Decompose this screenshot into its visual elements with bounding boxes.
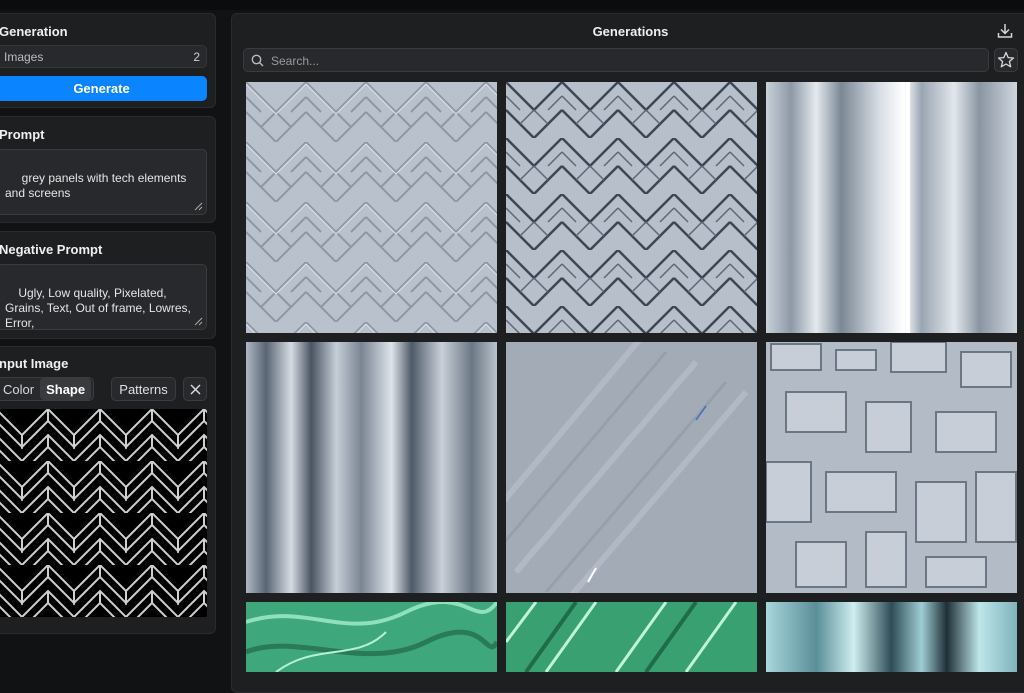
search-field[interactable]	[243, 48, 989, 72]
tab-shape[interactable]: Shape	[40, 378, 92, 400]
prompt-textarea[interactable]: grey panels with tech elements and scree…	[0, 149, 207, 215]
prompt-text: grey panels with tech elements and scree…	[5, 171, 187, 200]
generations-panel: Generations	[231, 13, 1024, 693]
tab-color[interactable]: Color	[0, 378, 40, 400]
images-count-field[interactable]: Images 2	[0, 45, 207, 68]
generation-title: Generation	[0, 24, 68, 39]
prompt-title: Prompt	[0, 127, 45, 142]
negative-prompt-text: Ugly, Low quality, Pixelated, Grains, Te…	[5, 286, 191, 330]
herringbone-light-image	[246, 82, 497, 333]
vertical-stripes-image	[766, 82, 1017, 333]
herringbone-dark-lines-image	[506, 82, 757, 333]
teal-vertical-image	[766, 602, 1017, 672]
generation-tile-9[interactable]	[766, 602, 1017, 672]
green-diagonal-image	[506, 602, 757, 672]
generation-tile-8[interactable]	[506, 602, 757, 672]
search-icon	[251, 54, 264, 67]
input-mode-toggle: Color Shape	[0, 377, 94, 401]
search-input[interactable]	[269, 51, 973, 71]
input-image-panel: nput Image Color Shape Patterns	[0, 346, 216, 634]
favorites-button[interactable]	[994, 48, 1018, 72]
resize-handle-icon[interactable]	[194, 317, 203, 326]
input-image-title: nput Image	[0, 356, 69, 371]
generation-tile-4[interactable]	[246, 342, 497, 593]
herringbone-shape-image	[0, 409, 207, 617]
input-image-preview[interactable]	[0, 409, 207, 617]
star-icon	[997, 51, 1015, 68]
vertical-stripes-dark-image	[246, 342, 497, 593]
negative-prompt-panel: Negative Prompt Ugly, Low quality, Pixel…	[0, 231, 216, 339]
negative-prompt-title: Negative Prompt	[0, 242, 103, 257]
download-icon[interactable]	[996, 22, 1014, 40]
clear-input-button[interactable]	[183, 377, 207, 401]
diagonal-smooth-image	[506, 342, 757, 593]
generation-tile-7[interactable]	[246, 602, 497, 672]
broken-blocks-image	[766, 342, 1017, 593]
generate-button[interactable]: Generate	[0, 76, 207, 101]
generations-title: Generations	[592, 24, 669, 39]
generation-tile-3[interactable]	[766, 82, 1017, 333]
images-value: 2	[193, 50, 200, 64]
generation-panel: Generation Images 2 Generate	[0, 13, 216, 108]
generation-tile-6[interactable]	[766, 342, 1017, 593]
close-icon	[190, 384, 200, 394]
generation-tile-1[interactable]	[246, 82, 497, 333]
images-label: Images	[4, 50, 44, 64]
generation-tile-5[interactable]	[506, 342, 757, 593]
patterns-button[interactable]: Patterns	[111, 377, 176, 401]
generation-tile-2[interactable]	[506, 82, 757, 333]
green-organic-image	[246, 602, 497, 672]
negative-prompt-textarea[interactable]: Ugly, Low quality, Pixelated, Grains, Te…	[0, 264, 207, 330]
prompt-panel: Prompt grey panels with tech elements an…	[0, 116, 216, 223]
resize-handle-icon[interactable]	[194, 202, 203, 211]
top-bar	[0, 0, 1024, 10]
